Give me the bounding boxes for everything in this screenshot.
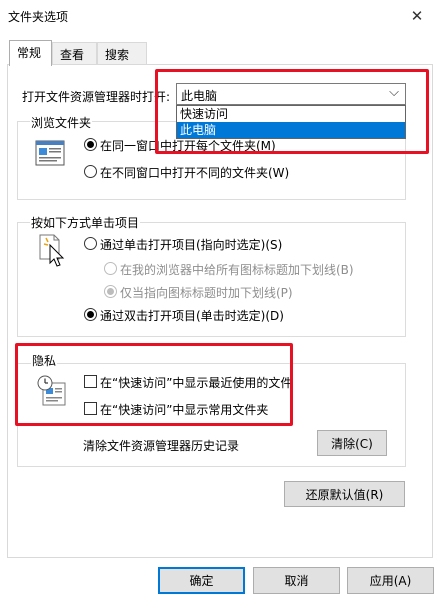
browse-folders-legend: 浏览文件夹 bbox=[30, 114, 93, 131]
recent-files-label: 在“快速访问”中显示最近使用的文件 bbox=[100, 376, 293, 390]
explorer-open-select[interactable]: 此电脑 ⌵ bbox=[176, 83, 406, 105]
ok-button[interactable]: 确定 bbox=[158, 567, 245, 594]
radio-same-window[interactable] bbox=[84, 138, 97, 151]
close-icon: ✕ bbox=[410, 7, 424, 25]
restore-defaults-label: 还原默认值(R) bbox=[305, 487, 384, 502]
apply-button-label: 应用(A) bbox=[369, 574, 412, 588]
dropdown-option-this-pc[interactable]: 此电脑 bbox=[177, 122, 405, 138]
explorer-open-value: 此电脑 bbox=[181, 89, 218, 103]
tab-label: 常规 bbox=[17, 46, 42, 60]
title-bar: 文件夹选项 ✕ bbox=[0, 0, 440, 32]
pointer-click-icon bbox=[39, 234, 65, 267]
privacy-legend: 隐私 bbox=[31, 352, 58, 369]
explorer-open-label: 打开文件资源管理器时打开: bbox=[22, 90, 171, 104]
radio-different-window[interactable] bbox=[84, 165, 97, 178]
apply-button[interactable]: 应用(A) bbox=[347, 567, 434, 594]
cancel-button[interactable]: 取消 bbox=[253, 567, 340, 594]
checkbox-recent-files[interactable] bbox=[84, 375, 97, 388]
frequent-folders-label: 在“快速访问”中显示常用文件夹 bbox=[100, 403, 269, 417]
clear-button-label: 清除(C) bbox=[331, 436, 373, 451]
different-window-label: 在不同窗口中打开不同的文件夹(W) bbox=[100, 166, 290, 180]
same-window-label: 在同一窗口中打开每个文件夹(M) bbox=[100, 139, 276, 153]
click-items-legend: 按如下方式单击项目 bbox=[30, 214, 141, 231]
tab-label: 查看 bbox=[60, 48, 85, 62]
window-title: 文件夹选项 bbox=[8, 10, 69, 24]
checkbox-frequent-folders[interactable] bbox=[84, 402, 97, 415]
dropdown-option-quick-access[interactable]: 快速访问 bbox=[177, 106, 405, 122]
underline-all-label: 在我的浏览器中给所有图标标题加下划线(B) bbox=[120, 263, 354, 277]
explorer-open-dropdown: 快速访问 此电脑 bbox=[176, 105, 406, 139]
clear-history-label: 清除文件资源管理器历史记录 bbox=[83, 439, 240, 453]
radio-underline-on-point[interactable] bbox=[104, 285, 117, 298]
chevron-down-icon: ⌵ bbox=[389, 85, 399, 100]
cancel-button-label: 取消 bbox=[284, 574, 309, 588]
folder-window-icon bbox=[35, 140, 65, 166]
ok-button-label: 确定 bbox=[189, 574, 214, 588]
clear-button[interactable]: 清除(C) bbox=[317, 430, 387, 456]
radio-underline-all[interactable] bbox=[104, 262, 117, 275]
close-button[interactable]: ✕ bbox=[394, 0, 440, 32]
underline-on-point-label: 仅当指向图标标题时加下划线(P) bbox=[120, 286, 293, 300]
tab-search[interactable]: 搜索 bbox=[97, 42, 147, 65]
double-click-label: 通过双击打开项目(单击时选定)(D) bbox=[100, 309, 284, 323]
radio-double-click[interactable] bbox=[84, 308, 97, 321]
tab-label: 搜索 bbox=[105, 48, 130, 62]
tab-general[interactable]: 常规 bbox=[9, 40, 52, 66]
restore-defaults-button[interactable]: 还原默认值(R) bbox=[284, 481, 405, 507]
radio-single-click[interactable] bbox=[84, 237, 97, 250]
tab-view[interactable]: 查看 bbox=[52, 42, 97, 65]
clock-document-icon bbox=[37, 375, 66, 406]
single-click-label: 通过单击打开项目(指向时选定)(S) bbox=[100, 238, 283, 252]
